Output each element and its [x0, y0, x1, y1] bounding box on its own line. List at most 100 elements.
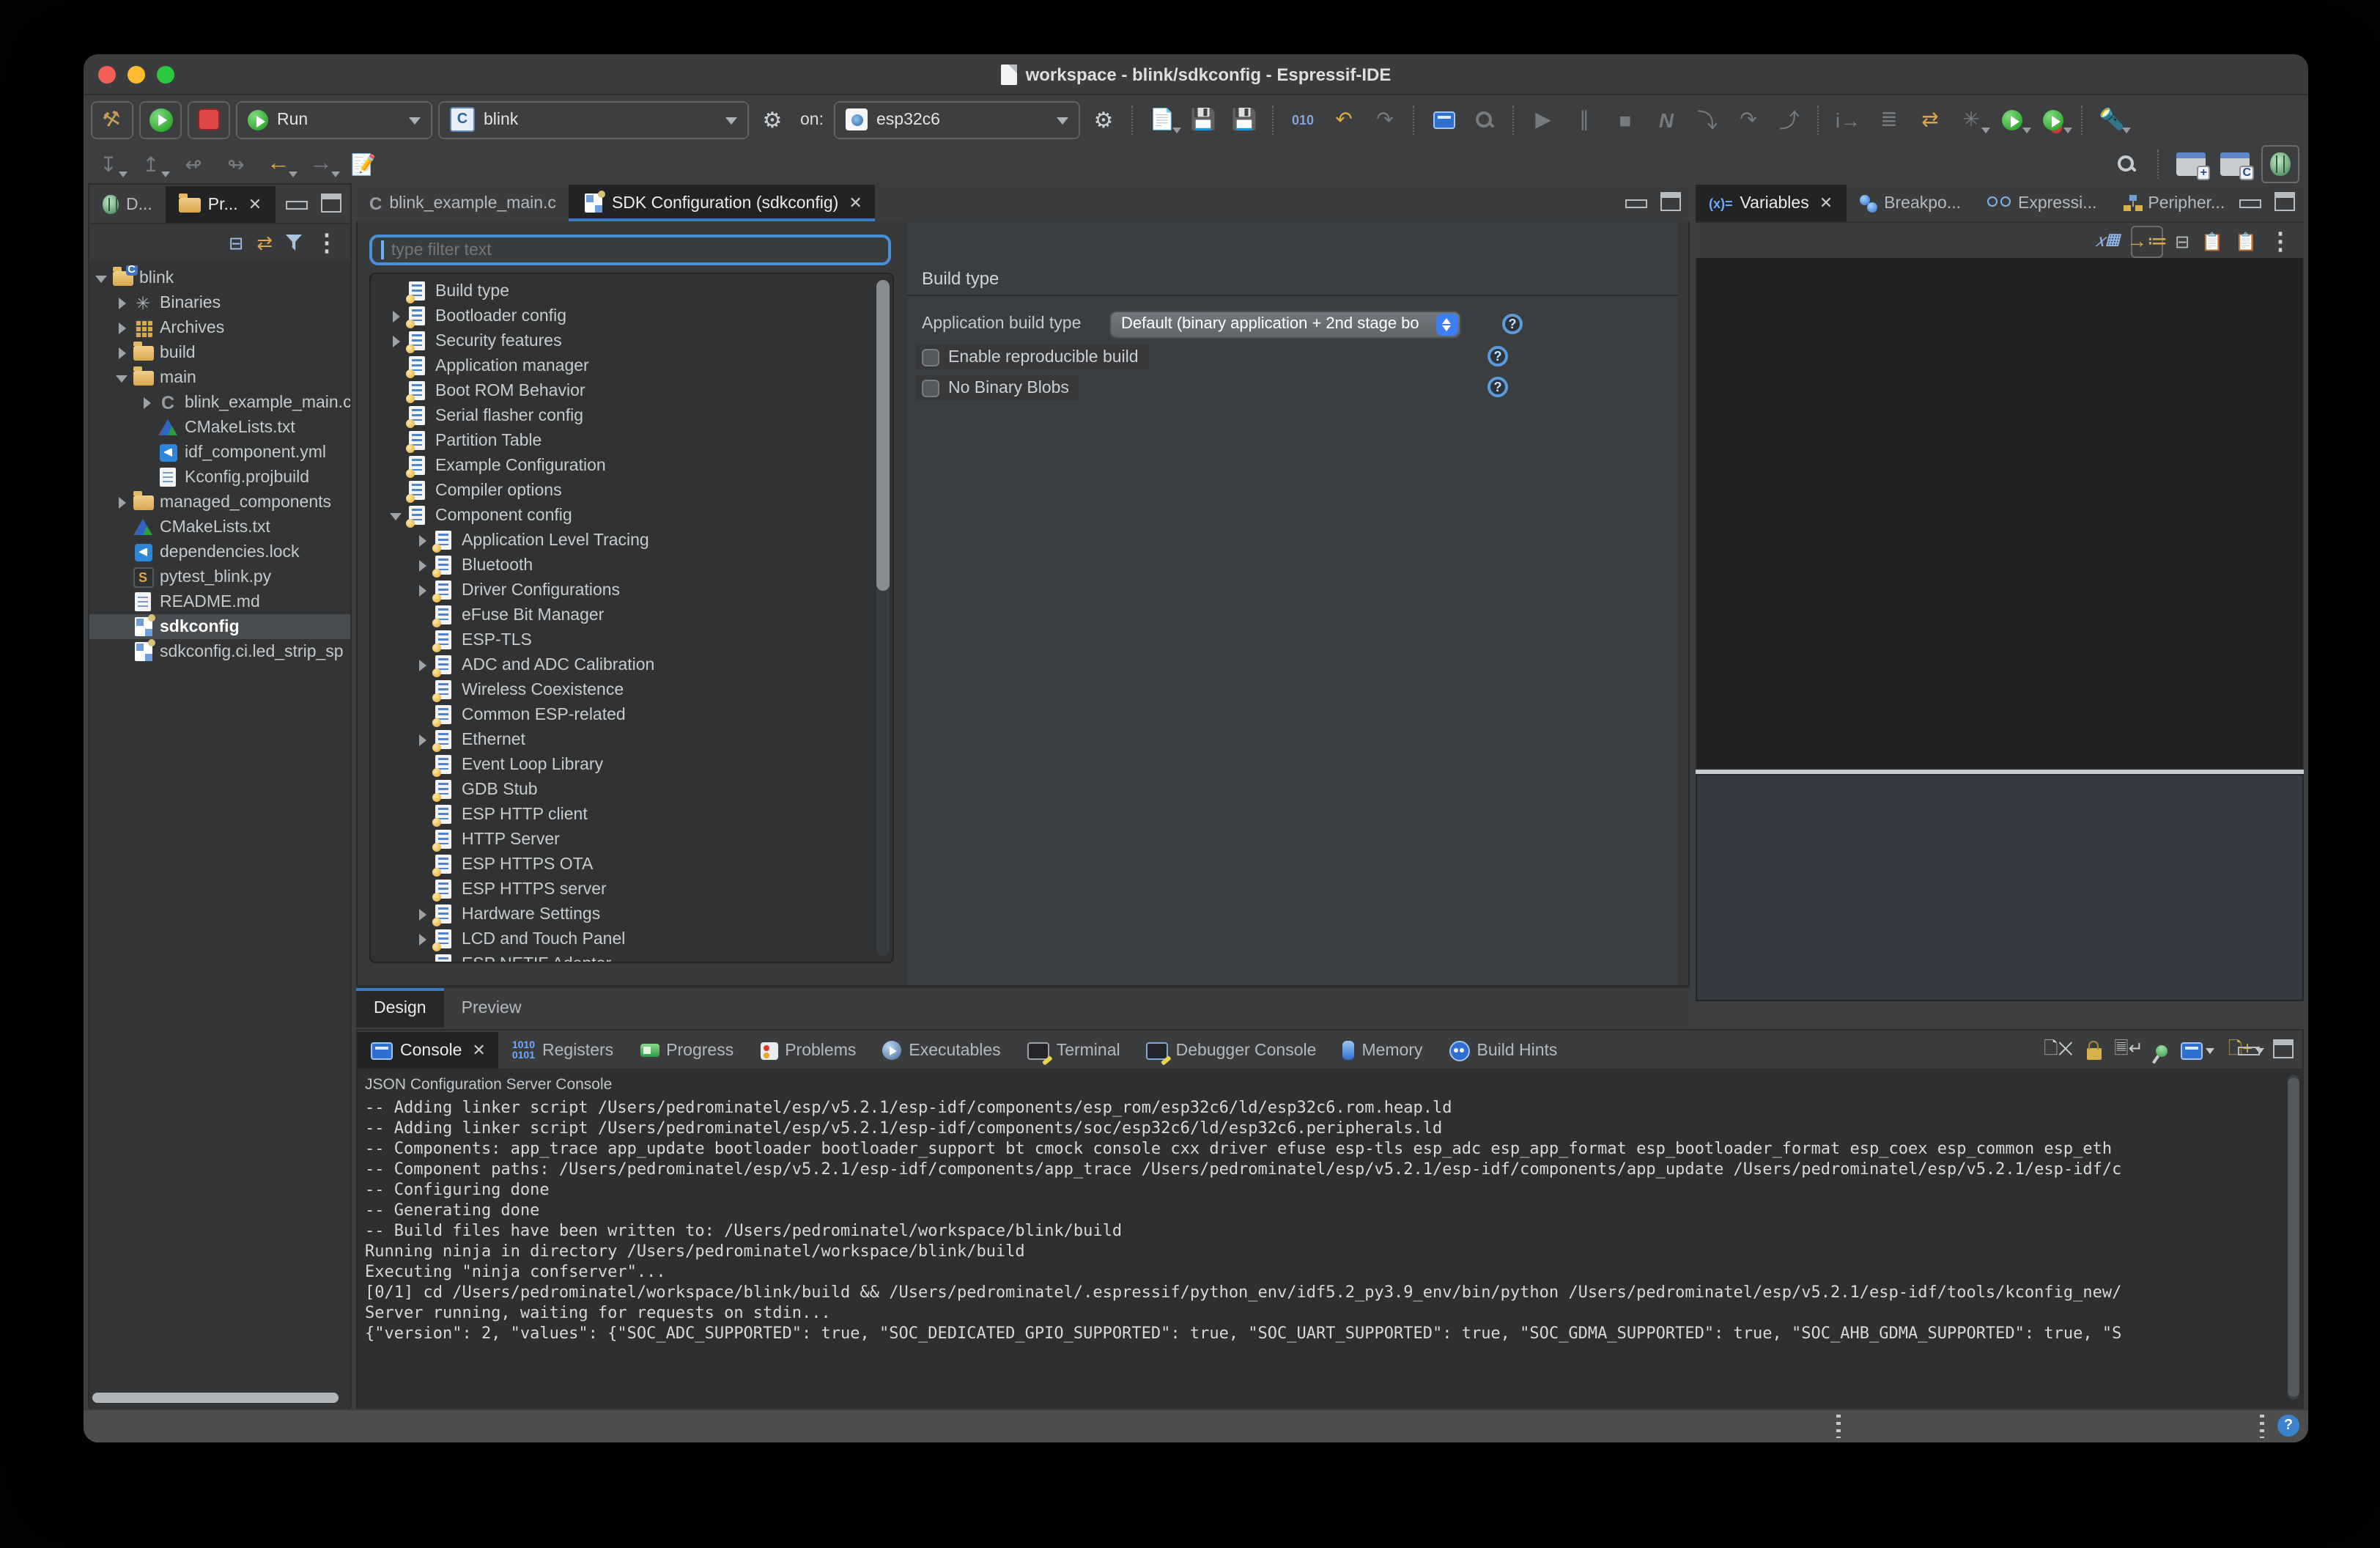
new-wizard-button[interactable]: 📄: [1145, 102, 1180, 137]
last-edit-forward-button[interactable]: ↬: [218, 147, 254, 182]
tree-item-blink[interactable]: blink: [89, 265, 350, 290]
sdk-item-common-esp-related[interactable]: Common ESP-related: [374, 702, 872, 727]
sdk-item-hardware-settings[interactable]: Hardware Settings: [374, 902, 872, 926]
console-output[interactable]: JSON Configuration Server Console -- Add…: [358, 1070, 2285, 1409]
tree-item-main[interactable]: main: [89, 365, 350, 390]
variables-content[interactable]: [1696, 258, 2304, 770]
view-menu-icon[interactable]: ⋮: [2269, 226, 2292, 256]
stop-button[interactable]: [188, 100, 230, 139]
expander-icon[interactable]: [114, 290, 132, 315]
tab-design[interactable]: Design: [356, 988, 444, 1028]
tab-debugger-console[interactable]: Debugger Console: [1134, 1032, 1330, 1069]
word-wrap-button[interactable]: 🗏↵: [2114, 1035, 2143, 1066]
terminate-button[interactable]: ■: [1608, 102, 1643, 137]
close-icon[interactable]: ✕: [849, 194, 862, 213]
expander-icon[interactable]: [388, 328, 406, 353]
sdk-item-bootloader-config[interactable]: Bootloader config: [374, 303, 872, 328]
application-build-type-select[interactable]: Default (binary application + 2nd stage …: [1109, 310, 1461, 338]
close-icon[interactable]: ✕: [1819, 194, 1833, 213]
step-over-button[interactable]: ↷: [1731, 102, 1766, 137]
scrollbar-thumb[interactable]: [876, 280, 890, 591]
redo-button[interactable]: ↷: [1367, 102, 1402, 137]
sdk-item-esp-netif[interactable]: ESP NETIF Adapter: [374, 951, 872, 963]
display-selected-console-button[interactable]: [2181, 1042, 2215, 1059]
sdk-item-event-loop-library[interactable]: Event Loop Library: [374, 752, 872, 777]
explorer-horizontal-scrollbar[interactable]: [92, 1393, 339, 1403]
sdk-item-component-config[interactable]: Component config: [374, 503, 872, 528]
tab-executables[interactable]: Executables: [869, 1032, 1013, 1069]
target-combo[interactable]: esp32c6: [834, 100, 1080, 139]
build-button[interactable]: ⚒: [91, 100, 133, 139]
sdk-item-example-configuration[interactable]: Example Configuration: [374, 453, 872, 478]
open-perspective-button[interactable]: +: [2173, 147, 2209, 182]
view-menu-icon[interactable]: ⋮: [315, 228, 339, 257]
no-binary-blobs-checkbox[interactable]: [922, 379, 939, 397]
resume-button[interactable]: ▶: [1526, 102, 1561, 137]
new-launch-target-button[interactable]: ✳: [1954, 102, 1989, 137]
tab-memory[interactable]: Memory: [1329, 1032, 1435, 1069]
sdk-item-adc-calibration[interactable]: ADC and ADC Calibration: [374, 652, 872, 677]
tab-terminal[interactable]: Terminal: [1014, 1032, 1134, 1069]
sdk-item-esp-tls[interactable]: ESP-TLS: [374, 627, 872, 652]
help-icon[interactable]: ?: [1488, 346, 1508, 366]
tab-problems[interactable]: Problems: [747, 1032, 869, 1069]
target-gear-button[interactable]: ⚙: [1086, 102, 1121, 137]
edit-watch-button[interactable]: 📋: [2235, 231, 2257, 251]
maximize-panel-button[interactable]: [321, 194, 341, 213]
filter-input[interactable]: [388, 240, 879, 260]
tree-item-archives[interactable]: Archives: [89, 315, 350, 340]
step-return-button[interactable]: ⤴: [1772, 102, 1807, 137]
launch-config-gear-button[interactable]: ⚙: [755, 102, 790, 137]
expander-icon[interactable]: [388, 303, 406, 328]
minimize-panel-button[interactable]: [286, 201, 308, 210]
run-menu-button[interactable]: [1995, 102, 2030, 137]
filter-button[interactable]: [286, 235, 302, 251]
instruction-stepping-button[interactable]: ⇄: [1912, 102, 1948, 137]
expander-icon[interactable]: [415, 578, 432, 602]
expander-icon[interactable]: [114, 365, 132, 390]
show-columns-button[interactable]: 𝑥▦: [2095, 230, 2119, 252]
sdk-item-build-type[interactable]: Build type: [374, 279, 872, 303]
tab-console[interactable]: Console ✕: [358, 1032, 499, 1069]
sdk-item-ethernet[interactable]: Ethernet: [374, 727, 872, 752]
tree-item-dependencies-lock[interactable]: dependencies.lock: [89, 539, 350, 564]
tab-project-explorer[interactable]: Pr... ✕: [166, 186, 275, 223]
tab-build-hints[interactable]: Build Hints: [1436, 1032, 1571, 1069]
tab-preview[interactable]: Preview: [444, 988, 539, 1028]
add-watch-button[interactable]: 📋: [2201, 231, 2223, 251]
sdk-item-esp-https-server[interactable]: ESP HTTPS server: [374, 877, 872, 902]
tab-debug[interactable]: D...: [89, 186, 166, 223]
view-menu-button[interactable]: ≣: [1871, 102, 1907, 137]
sdk-item-http-server[interactable]: HTTP Server: [374, 827, 872, 852]
tree-item-build[interactable]: build: [89, 340, 350, 365]
tree-item-cmakelists-main[interactable]: CMakeLists.txt: [89, 415, 350, 440]
sdk-item-serial-flasher-config[interactable]: Serial flasher config: [374, 403, 872, 428]
minimize-window-button[interactable]: [128, 66, 145, 84]
c-perspective-button[interactable]: C: [2217, 147, 2252, 182]
new-resource-button[interactable]: 📝: [346, 147, 381, 182]
status-grip[interactable]: [2260, 1415, 2264, 1438]
expander-icon[interactable]: [415, 902, 432, 926]
last-edit-back-button[interactable]: ↫: [176, 147, 211, 182]
sdk-item-esp-https-ota[interactable]: ESP HTTPS OTA: [374, 852, 872, 877]
search-button[interactable]: [2109, 147, 2144, 182]
expander-icon[interactable]: [415, 528, 432, 553]
sdk-item-application-manager[interactable]: Application manager: [374, 353, 872, 378]
maximize-panel-button[interactable]: [2273, 1039, 2294, 1058]
tree-item-sdkconfig[interactable]: sdkconfig: [89, 614, 350, 639]
export-button[interactable]: ↥: [133, 147, 169, 182]
tree-item-kconfig[interactable]: Kconfig.projbuild: [89, 465, 350, 490]
maximize-panel-button[interactable]: [2274, 192, 2295, 211]
expander-icon[interactable]: [114, 340, 132, 365]
launch-mode-combo[interactable]: Run: [236, 100, 432, 139]
undo-button[interactable]: ↶: [1326, 102, 1361, 137]
tree-item-pytest-blink[interactable]: Spytest_blink.py: [89, 564, 350, 589]
expander-icon[interactable]: [139, 390, 157, 415]
expander-icon[interactable]: [415, 926, 432, 951]
close-icon[interactable]: ✕: [248, 195, 262, 214]
tab-blink-example-main[interactable]: C blink_example_main.c: [356, 185, 569, 221]
link-with-editor-button[interactable]: ⇄: [256, 231, 273, 254]
sdk-item-lcd-touch-panel[interactable]: LCD and Touch Panel: [374, 926, 872, 951]
sdk-item-compiler-options[interactable]: Compiler options: [374, 478, 872, 503]
tab-progress[interactable]: Progress: [627, 1032, 747, 1069]
